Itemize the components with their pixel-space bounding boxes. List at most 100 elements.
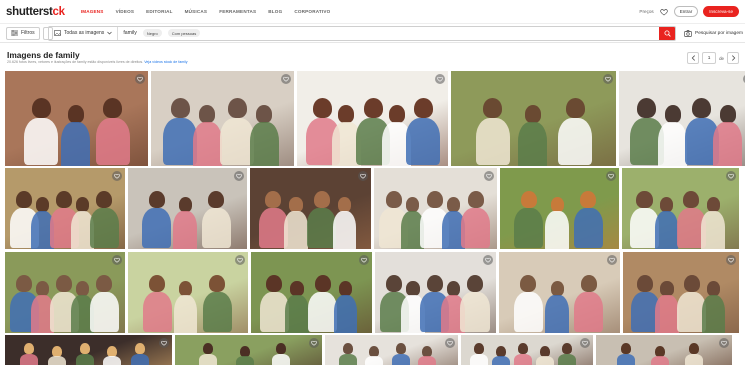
photo-person-body	[492, 356, 510, 365]
nav-tab-music[interactable]: MÚSICAS	[179, 7, 214, 16]
photo-person-body	[61, 122, 90, 166]
favorite-heart-icon[interactable]	[607, 255, 617, 265]
favorite-heart-icon[interactable]	[580, 338, 590, 348]
favorite-heart-icon[interactable]	[603, 74, 613, 84]
pagination: 1 de	[687, 52, 739, 64]
favorite-heart-icon[interactable]	[445, 338, 455, 348]
image-result-family-camping-van[interactable]	[623, 252, 739, 333]
nav-tab-blog[interactable]: BLOG	[262, 7, 288, 16]
photo-person-head	[149, 274, 166, 293]
photo-person-body	[19, 353, 38, 365]
image-search-button[interactable]: Pesquisar por imagem	[684, 29, 743, 37]
photo-person-body	[406, 117, 441, 166]
favorite-heart-icon[interactable]	[309, 338, 319, 348]
image-result-family-couch-smiling[interactable]	[5, 168, 125, 249]
nav-tab-videos[interactable]: VÍDEOS	[110, 7, 141, 16]
image-result-family-playing-outdoors[interactable]	[128, 252, 248, 333]
favorite-heart-icon[interactable]	[484, 171, 494, 181]
image-result-family-portrait-park[interactable]	[622, 168, 739, 249]
photo-person-head	[636, 190, 653, 209]
photo-person-head	[170, 97, 190, 119]
signup-button[interactable]: Inscreva-se	[703, 6, 739, 17]
photo-person-body	[24, 117, 59, 166]
favorite-heart-icon[interactable]	[112, 255, 122, 265]
favorite-heart-icon[interactable]	[483, 255, 493, 265]
photo-person-head	[406, 281, 420, 296]
photo-person-head	[178, 197, 192, 212]
image-result-family-lying-together[interactable]	[128, 168, 247, 249]
favorite-heart-icon[interactable]	[281, 74, 291, 84]
photo-person-body	[365, 356, 384, 365]
previous-page-button[interactable]	[687, 52, 700, 64]
photo-person-body	[558, 353, 576, 365]
favorites-heart-icon[interactable]	[659, 7, 669, 17]
nav-tab-tools[interactable]: FERRAMENTAS	[213, 7, 262, 16]
favorite-heart-icon[interactable]	[235, 255, 245, 265]
image-result-family-string-lights[interactable]	[5, 335, 172, 365]
favorite-heart-icon[interactable]	[606, 171, 616, 181]
photo-person-head	[580, 274, 597, 293]
photo-person-head	[406, 197, 420, 212]
photo-person-head	[520, 274, 537, 293]
image-result-family-kitchen-warm[interactable]	[250, 168, 371, 249]
favorite-heart-icon[interactable]	[719, 338, 729, 348]
photo-person-body	[514, 353, 532, 365]
photo-person-head	[562, 343, 572, 355]
pricing-link[interactable]: Preços	[639, 9, 653, 14]
image-result-family-hug-light-blue[interactable]	[297, 71, 448, 166]
favorite-heart-icon[interactable]	[358, 171, 368, 181]
nav-tab-images[interactable]: IMAGENS	[75, 7, 110, 16]
photo-person-body	[333, 295, 358, 333]
results-title: Imagens de family	[7, 50, 80, 60]
image-result-family-dinner-table-aerial[interactable]	[500, 168, 619, 249]
image-result-family-on-couch-living-room[interactable]	[151, 71, 294, 166]
favorite-heart-icon[interactable]	[359, 255, 369, 265]
image-result-family-living-room-floor[interactable]	[619, 71, 745, 166]
page-number-input[interactable]: 1	[702, 52, 717, 64]
image-result-family-dancing-home[interactable]	[375, 252, 496, 333]
photo-person-head	[227, 97, 247, 119]
filters-button[interactable]: Filtros	[6, 26, 40, 40]
photo-person-head	[683, 190, 700, 209]
favorite-heart-icon[interactable]	[726, 255, 736, 265]
photo-person-head	[518, 343, 528, 355]
photo-person-body	[658, 122, 688, 166]
next-page-button[interactable]	[727, 52, 739, 64]
photo-person-head	[706, 197, 720, 212]
nav-tab-enterprise[interactable]: CORPORATIVO	[288, 7, 336, 16]
favorite-heart-icon[interactable]	[435, 74, 445, 84]
image-result-family-portrait-group[interactable]	[596, 335, 732, 365]
photo-person-head	[135, 343, 146, 355]
favorite-heart-icon[interactable]	[726, 171, 736, 181]
image-result-family-backyard-picnic[interactable]	[451, 71, 616, 166]
favorite-heart-icon[interactable]	[112, 171, 122, 181]
photo-person-body	[47, 356, 66, 365]
nav-tab-editorial[interactable]: EDITORIAL	[140, 7, 178, 16]
image-result-family-outdoor-smiles[interactable]	[175, 335, 322, 365]
search-chip-with-people[interactable]: Com pessoas	[167, 29, 201, 37]
image-result-family-on-sofa-laughing[interactable]	[5, 71, 148, 166]
image-result-family-window-room[interactable]	[325, 335, 458, 365]
image-result-family-dance-living-room[interactable]	[374, 168, 497, 249]
photo-person-head	[76, 281, 90, 296]
image-result-family-group-outdoor[interactable]	[251, 252, 372, 333]
search-button[interactable]	[659, 26, 675, 40]
photo-person-body	[338, 353, 357, 365]
image-results-grid	[0, 0, 745, 365]
photo-person-body	[103, 356, 122, 365]
favorite-heart-icon[interactable]	[159, 338, 169, 348]
image-result-family-bright-interior[interactable]	[461, 335, 593, 365]
stock-videos-link[interactable]: Veja vídeos stock de family	[144, 60, 187, 64]
photo-person-head	[524, 105, 541, 123]
photo-person-head	[76, 197, 90, 212]
shutterstock-logo[interactable]: shutterstck	[6, 6, 65, 18]
login-button[interactable]: Entrar	[673, 6, 699, 17]
image-result-family-biking-park[interactable]	[5, 252, 125, 333]
search-input[interactable]: family	[123, 30, 137, 36]
favorite-heart-icon[interactable]	[234, 171, 244, 181]
photo-person-head	[23, 343, 34, 355]
search-chip-black[interactable]: Negro	[142, 29, 162, 37]
image-result-family-cozy-living-room[interactable]	[499, 252, 620, 333]
media-type-select[interactable]: Todas as imagens	[49, 26, 119, 40]
favorite-heart-icon[interactable]	[135, 74, 145, 84]
